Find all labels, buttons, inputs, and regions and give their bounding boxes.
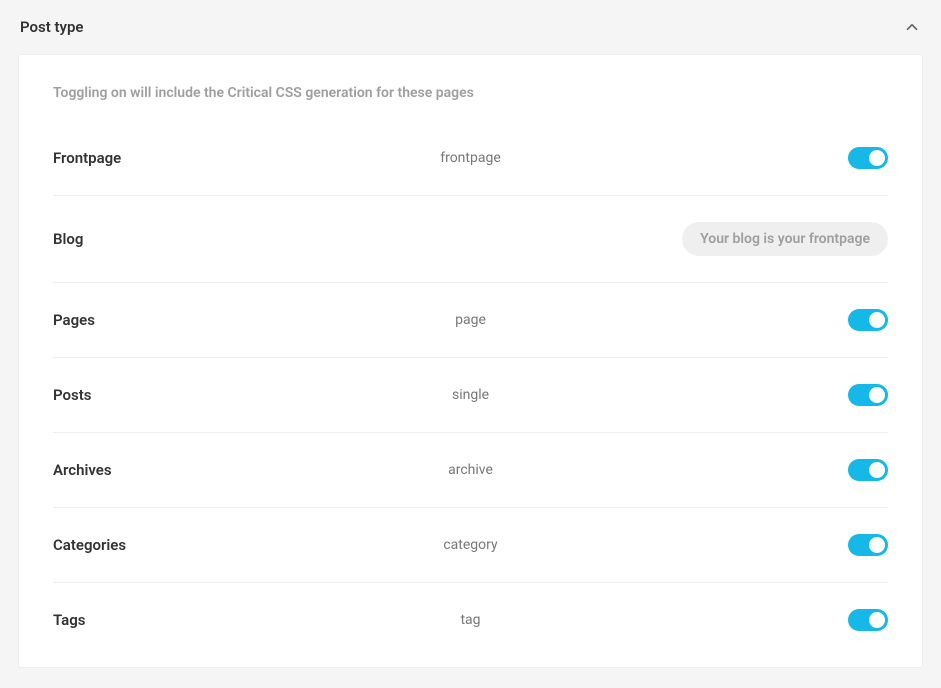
row-label: Frontpage (53, 149, 253, 167)
section-title: Post type (20, 18, 84, 36)
row-right (688, 459, 888, 481)
row-right (688, 147, 888, 169)
toggle-switch[interactable] (848, 384, 888, 406)
toggle-switch[interactable] (848, 609, 888, 631)
row-slug: page (253, 312, 688, 328)
toggle-switch[interactable] (848, 147, 888, 169)
toggle-switch[interactable] (848, 534, 888, 556)
chevron-up-icon[interactable] (903, 18, 921, 36)
row-label: Archives (53, 461, 253, 479)
row-label: Categories (53, 536, 253, 554)
row-right (688, 384, 888, 406)
row-right (688, 309, 888, 331)
row-slug: category (253, 537, 688, 553)
toggle-switch[interactable] (848, 459, 888, 481)
post-type-section: Post type Toggling on will include the C… (0, 0, 941, 668)
setting-row: Tagstag (53, 583, 888, 657)
toggle-switch[interactable] (848, 309, 888, 331)
setting-row: Pagespage (53, 283, 888, 358)
rows-container: Frontpagefrontpage Blog Your blog is your … (53, 121, 888, 657)
settings-panel: Toggling on will include the Critical CS… (18, 54, 923, 668)
setting-row: Archivesarchive (53, 433, 888, 508)
row-right (688, 534, 888, 556)
row-slug: single (253, 387, 688, 403)
panel-description: Toggling on will include the Critical CS… (53, 85, 888, 101)
row-label: Posts (53, 386, 253, 404)
section-header: Post type (0, 0, 941, 54)
setting-row: Postssingle (53, 358, 888, 433)
row-right: Your blog is your frontpage (682, 222, 888, 256)
row-label: Pages (53, 311, 253, 329)
row-right (688, 609, 888, 631)
setting-row: Blog Your blog is your frontpage (53, 196, 888, 283)
row-slug: frontpage (253, 150, 688, 166)
setting-row: Categoriescategory (53, 508, 888, 583)
row-label: Blog (53, 230, 253, 248)
row-slug: archive (253, 462, 688, 478)
info-pill: Your blog is your frontpage (682, 222, 888, 256)
setting-row: Frontpagefrontpage (53, 121, 888, 196)
row-label: Tags (53, 611, 253, 629)
row-slug: tag (253, 612, 688, 628)
